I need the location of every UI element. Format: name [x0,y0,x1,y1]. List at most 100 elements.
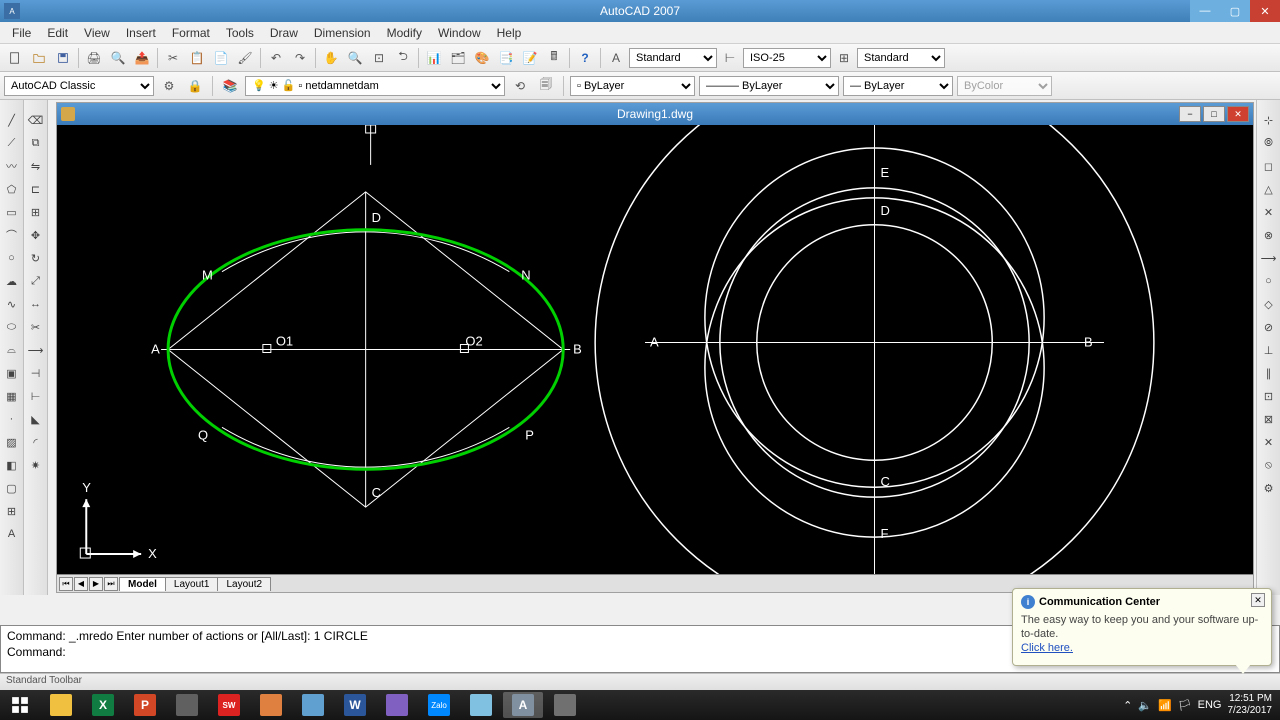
drawing-close[interactable]: ✕ [1227,106,1249,122]
tangent-icon[interactable]: ⊘ [1259,317,1279,337]
tab-layout1[interactable]: Layout1 [165,577,219,591]
zoom-prev-icon[interactable]: ⮌ [392,47,414,69]
menu-dimension[interactable]: Dimension [306,24,379,42]
table-icon[interactable]: ⊞ [2,501,22,521]
quadrant-icon[interactable]: ◇ [1259,294,1279,314]
xline-icon[interactable]: ⟋ [2,133,22,153]
task-app1[interactable] [167,692,207,718]
tab-layout2[interactable]: Layout2 [217,577,271,591]
commcenter-link[interactable]: Click here. [1021,642,1073,654]
help-icon[interactable]: ? [574,47,596,69]
layer-manager-icon[interactable]: 📚 [219,75,241,97]
menu-help[interactable]: Help [489,24,530,42]
polygon-icon[interactable]: ⬠ [2,179,22,199]
table-style-dropdown[interactable]: Standard [857,48,945,68]
task-app2[interactable] [251,692,291,718]
apparent-icon[interactable]: ⊗ [1259,225,1279,245]
revcloud-icon[interactable]: ☁ [2,271,22,291]
workspace-dropdown[interactable]: AutoCAD Classic [4,76,154,96]
block-icon[interactable]: ▣ [2,363,22,383]
task-word[interactable]: W [335,692,375,718]
properties-icon[interactable]: 📊 [423,47,445,69]
menu-modify[interactable]: Modify [379,24,430,42]
offset-icon[interactable]: ⊏ [26,179,46,199]
publish-icon[interactable]: 📤 [131,47,153,69]
menu-insert[interactable]: Insert [118,24,164,42]
tray-up-icon[interactable]: ⌃ [1123,699,1132,712]
endpoint-icon[interactable]: ◻ [1259,156,1279,176]
ws-lock-icon[interactable]: 🔒 [184,75,206,97]
dcenter-icon[interactable]: 🗂 [447,47,469,69]
tablestyle-icon[interactable]: ⊞ [833,47,855,69]
ellipse-arc-icon[interactable]: ⌓ [2,340,22,360]
menu-edit[interactable]: Edit [39,24,76,42]
commcenter-close[interactable]: ✕ [1251,593,1265,607]
scale-icon[interactable]: ⤢ [26,271,46,291]
intersection-icon[interactable]: ✕ [1259,202,1279,222]
menu-file[interactable]: File [4,24,39,42]
redo-icon[interactable]: ↷ [289,47,311,69]
ellipse-icon[interactable]: ⬭ [2,317,22,337]
menu-format[interactable]: Format [164,24,218,42]
extend-icon[interactable]: ⟶ [26,340,46,360]
tab-next[interactable]: ▶ [89,577,103,591]
tray-lang[interactable]: ENG [1198,699,1222,711]
open-icon[interactable] [28,47,50,69]
minimize-button[interactable]: — [1190,0,1220,22]
copy-icon[interactable]: 📋 [186,47,208,69]
layer-states-icon[interactable]: 🗐 [535,75,557,97]
task-folder[interactable] [293,692,333,718]
tab-model[interactable]: Model [119,577,166,591]
task-autocad[interactable]: A [503,692,543,718]
maximize-button[interactable]: ▢ [1220,0,1250,22]
task-app3[interactable] [377,692,417,718]
undo-icon[interactable]: ↶ [265,47,287,69]
erase-icon[interactable]: ⌫ [26,110,46,130]
task-notepad[interactable] [461,692,501,718]
osnap-settings-icon[interactable]: ⚙ [1259,478,1279,498]
task-powerpoint[interactable]: P [125,692,165,718]
parallel-icon[interactable]: ∥ [1259,363,1279,383]
ws-settings-icon[interactable]: ⚙ [158,75,180,97]
fillet-icon[interactable]: ◜ [26,432,46,452]
spline-icon[interactable]: ∿ [2,294,22,314]
tab-first[interactable]: ⏮ [59,577,73,591]
tray-icon-2[interactable]: 📶 [1158,699,1172,712]
matchprop-icon[interactable]: 🖌 [234,47,256,69]
tray-icon-1[interactable]: 🔈 [1138,699,1152,712]
make-block-icon[interactable]: ▦ [2,386,22,406]
drawing-minimize[interactable]: − [1179,106,1201,122]
rotate-icon[interactable]: ↻ [26,248,46,268]
break-icon[interactable]: ⊣ [26,363,46,383]
text-style-dropdown[interactable]: Standard [629,48,717,68]
trim-icon[interactable]: ✂ [26,317,46,337]
markup-icon[interactable]: 📝 [519,47,541,69]
perpendicular-icon[interactable]: ⊥ [1259,340,1279,360]
task-excel[interactable]: X [83,692,123,718]
calc-icon[interactable]: 🖩 [543,47,565,69]
zoom-rt-icon[interactable]: 🔍 [344,47,366,69]
dimstyle-icon[interactable]: ⊢ [719,47,741,69]
task-solidworks[interactable]: SW [209,692,249,718]
paste-icon[interactable]: 📄 [210,47,232,69]
preview-icon[interactable]: 🔍 [107,47,129,69]
copy-obj-icon[interactable]: ⧉ [26,133,46,153]
menu-draw[interactable]: Draw [262,24,306,42]
zoom-win-icon[interactable]: ⊡ [368,47,390,69]
tray-clock[interactable]: 12:51 PM 7/23/2017 [1228,693,1273,717]
textstyle-icon[interactable]: A [605,47,627,69]
lineweight-dropdown[interactable]: — ByLayer [843,76,953,96]
temp-track-icon[interactable]: ⊹ [1259,110,1279,130]
task-app4[interactable] [545,692,585,718]
save-icon[interactable] [52,47,74,69]
layer-dropdown[interactable]: 💡 ☀ 🔓 ▫ netdamnetdam [245,76,505,96]
move-icon[interactable]: ✥ [26,225,46,245]
midpoint-icon[interactable]: △ [1259,179,1279,199]
snap-from-icon[interactable]: ⦾ [1259,133,1279,153]
start-button[interactable] [0,690,40,720]
layer-prev-icon[interactable]: ⟲ [509,75,531,97]
hatch-icon[interactable]: ▨ [2,432,22,452]
cut-icon[interactable]: ✂ [162,47,184,69]
none-icon[interactable]: ⦸ [1259,455,1279,475]
color-dropdown[interactable]: ▫ ByLayer [570,76,695,96]
